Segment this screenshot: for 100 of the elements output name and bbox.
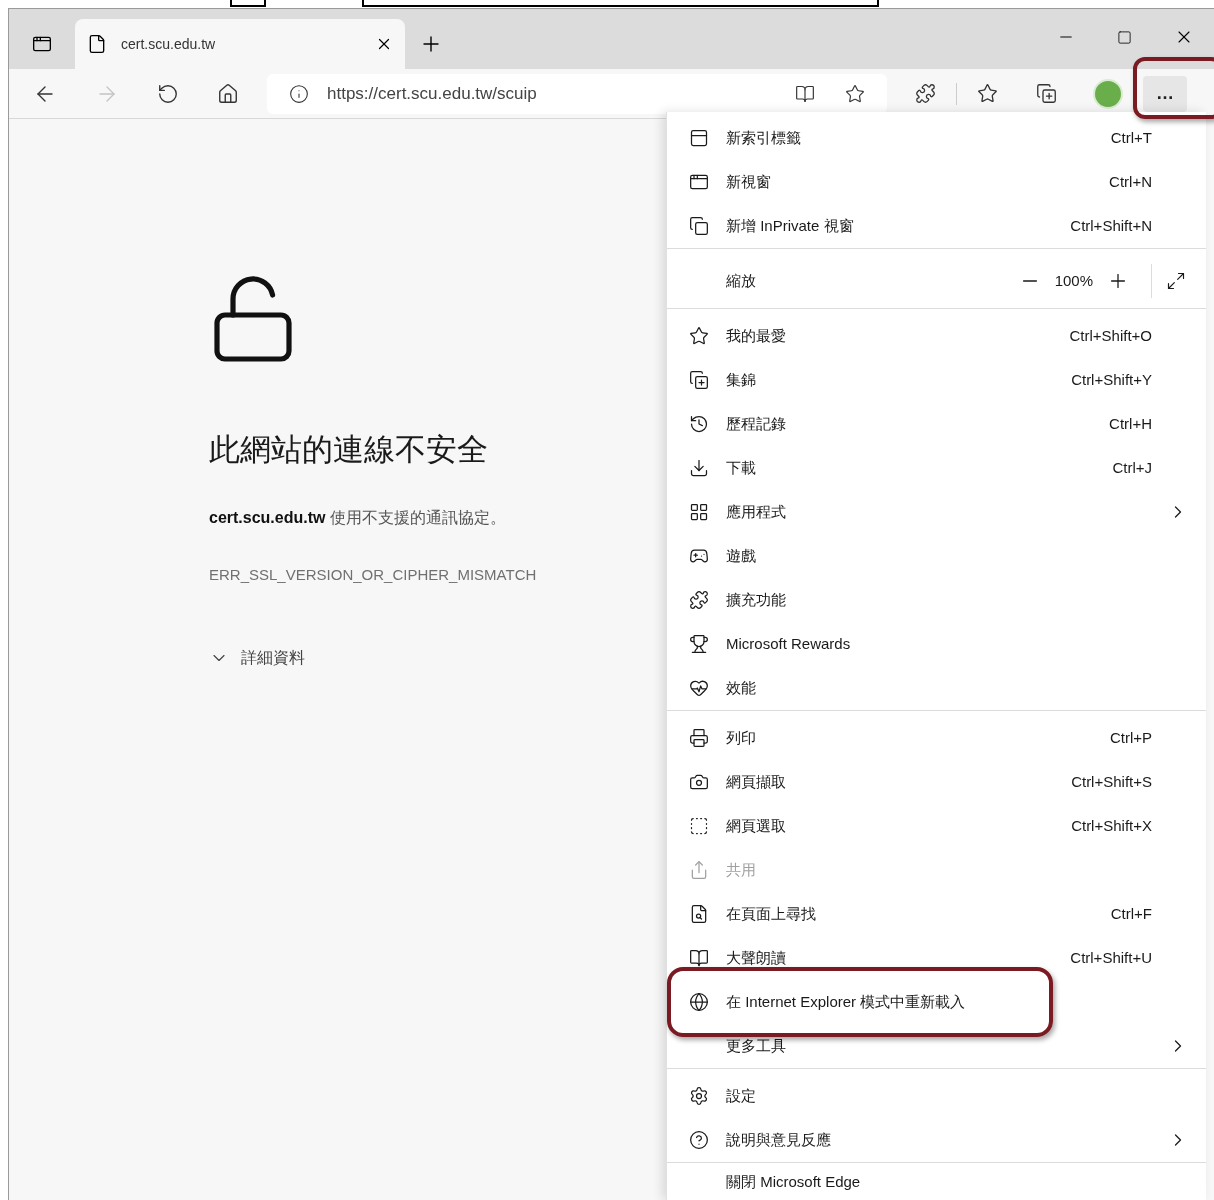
menu-item[interactable]: 集錦 Ctrl+Shift+Y xyxy=(667,358,1206,402)
page-icon xyxy=(87,34,107,54)
favorites-icon xyxy=(689,326,709,346)
menu-item[interactable]: 新增 InPrivate 視窗 Ctrl+Shift+N xyxy=(667,204,1206,248)
menu-item[interactable]: 新索引標籤 Ctrl+T xyxy=(667,116,1206,160)
avatar-icon[interactable] xyxy=(1093,78,1123,109)
shortcut-label: Ctrl+F xyxy=(1110,903,1152,924)
menu-item[interactable]: 新視窗 Ctrl+N xyxy=(667,160,1206,204)
menu-item[interactable]: 我的最愛 Ctrl+Shift+O xyxy=(667,314,1206,358)
address-bar[interactable]: https://cert.scu.edu.tw/scuip xyxy=(267,73,887,114)
menu-item[interactable]: 網頁選取 Ctrl+Shift+X xyxy=(667,804,1206,848)
maximize-icon[interactable] xyxy=(1117,29,1132,45)
apps-icon xyxy=(689,502,709,522)
shortcut-label: Ctrl+Shift+S xyxy=(1071,771,1152,792)
menu-item[interactable]: 網頁擷取 Ctrl+Shift+S xyxy=(667,760,1206,804)
globe-icon xyxy=(689,992,709,1012)
trophy-icon xyxy=(689,634,709,654)
shortcut-label: Ctrl+Shift+X xyxy=(1071,815,1152,836)
collections-icon[interactable] xyxy=(1036,83,1057,104)
puzzle-icon xyxy=(689,590,709,610)
menu-label: 應用程式 xyxy=(726,501,786,522)
history-icon xyxy=(689,414,709,434)
error-heading: 此網站的連線不安全 xyxy=(209,431,488,469)
dashed-square-icon xyxy=(689,816,709,836)
settings-icon xyxy=(689,1086,709,1106)
menu-item[interactable]: 遊戲 xyxy=(667,534,1206,578)
new-tab-icon xyxy=(689,128,709,148)
menu-item[interactable]: 更多工具 xyxy=(667,1024,1206,1068)
private-window-icon xyxy=(689,216,709,236)
shortcut-label: Ctrl+Shift+Y xyxy=(1071,369,1152,390)
menu-item[interactable]: 在 Internet Explorer 模式中重新載入 xyxy=(667,980,1206,1024)
capture-icon xyxy=(689,772,709,792)
menu-item[interactable]: 列印 Ctrl+P xyxy=(667,716,1206,760)
menu-label: 新索引標籤 xyxy=(726,127,801,148)
menu-label: 我的最愛 xyxy=(726,325,786,346)
menu-label: 說明與意見反應 xyxy=(726,1129,831,1150)
menu-label: Microsoft Rewards xyxy=(726,633,851,654)
menu-label: 網頁擷取 xyxy=(726,771,786,792)
menu-label: 在 Internet Explorer 模式中重新載入 xyxy=(726,991,966,1012)
read-aloud-icon xyxy=(689,948,709,968)
fullscreen-icon[interactable] xyxy=(1166,271,1186,291)
menu-label: 效能 xyxy=(726,677,756,698)
menu-item[interactable]: 下載 Ctrl+J xyxy=(667,446,1206,490)
shortcut-label: Ctrl+P xyxy=(1109,727,1152,748)
collections-icon xyxy=(689,370,709,390)
menu-label: 設定 xyxy=(726,1085,756,1106)
home-icon[interactable] xyxy=(217,82,239,105)
menu-label: 新增 InPrivate 視窗 xyxy=(726,215,854,236)
read-aloud-icon[interactable] xyxy=(795,83,815,104)
details-toggle[interactable]: 詳細資料 xyxy=(209,646,305,670)
menu-label: 網頁選取 xyxy=(726,815,786,836)
favorites-icon[interactable] xyxy=(977,83,998,104)
menu-label: 新視窗 xyxy=(726,171,771,192)
window-icon xyxy=(689,172,709,192)
shortcut-label: Ctrl+J xyxy=(1112,457,1152,478)
menu-item[interactable]: 在頁面上尋找 Ctrl+F xyxy=(667,892,1206,936)
menu-label: 列印 xyxy=(726,727,756,748)
error-code: ERR_SSL_VERSION_OR_CIPHER_MISMATCH xyxy=(209,564,537,585)
menu-item[interactable]: 說明與意見反應 xyxy=(667,1118,1206,1162)
help-icon xyxy=(689,1130,709,1150)
menu-label: 關閉 Microsoft Edge xyxy=(726,1172,861,1193)
info-icon[interactable] xyxy=(289,83,309,104)
menu-item[interactable]: 大聲朗讀 Ctrl+Shift+U xyxy=(667,936,1206,980)
puzzle-icon[interactable] xyxy=(915,83,936,104)
shortcut-label: Ctrl+H xyxy=(1109,413,1152,434)
download-icon xyxy=(689,458,709,478)
heart-pulse-icon xyxy=(689,678,709,698)
menu-item[interactable]: 歷程記錄 Ctrl+H xyxy=(667,402,1206,446)
tab-title: cert.scu.edu.tw xyxy=(121,34,216,54)
refresh-icon[interactable] xyxy=(157,82,179,105)
browser-tab[interactable]: cert.scu.edu.tw xyxy=(75,19,405,69)
menu-item[interactable]: 設定 xyxy=(667,1074,1206,1118)
error-message: cert.scu.edu.tw 使用不支援的通訊協定。 xyxy=(209,507,506,528)
menu-item[interactable]: 擴充功能 xyxy=(667,578,1206,622)
find-icon xyxy=(689,904,709,924)
menu-label: 集錦 xyxy=(726,369,756,390)
shortcut-label: Ctrl+Shift+U xyxy=(1070,947,1152,968)
menu-item[interactable]: 應用程式 xyxy=(667,490,1206,534)
menu-label: 歷程記錄 xyxy=(726,413,786,434)
shortcut-label: Ctrl+T xyxy=(1110,127,1152,148)
zoom-label: 縮放 xyxy=(726,270,756,291)
menu-label: 大聲朗讀 xyxy=(726,947,786,968)
menu-item[interactable]: Microsoft Rewards xyxy=(667,622,1206,666)
share-icon xyxy=(689,860,709,880)
shortcut-label: Ctrl+Shift+O xyxy=(1069,325,1152,346)
shortcut-label: Ctrl+N xyxy=(1109,171,1152,192)
menu-label: 擴充功能 xyxy=(726,589,786,610)
menu-item[interactable]: 效能 xyxy=(667,666,1206,710)
url-text: https://cert.scu.edu.tw/scuip xyxy=(327,82,537,105)
printer-icon xyxy=(689,728,709,748)
zoom-value: 100% xyxy=(1054,270,1093,291)
menu-label: 更多工具 xyxy=(726,1035,786,1056)
more-button[interactable]: … xyxy=(1143,75,1187,112)
menu-label: 遊戲 xyxy=(726,545,756,566)
menu-label: 在頁面上尋找 xyxy=(726,903,816,924)
add-favorite-icon[interactable] xyxy=(845,83,865,104)
menu-item[interactable]: 關閉 Microsoft Edge xyxy=(667,1168,1206,1197)
menu-label: 共用 xyxy=(726,859,756,880)
menu-label: 下載 xyxy=(726,457,756,478)
shortcut-label: Ctrl+Shift+N xyxy=(1070,215,1152,236)
